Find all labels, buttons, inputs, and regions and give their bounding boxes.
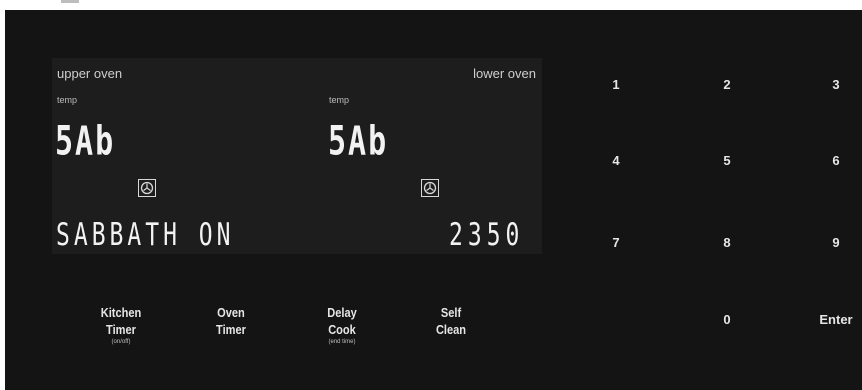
delay-cook-sub: (end time): [328, 339, 356, 345]
enter-button[interactable]: Enter: [806, 312, 862, 327]
clock-readout: 2350: [449, 218, 525, 254]
self-clean-line2: Clean: [435, 322, 467, 337]
key-7[interactable]: 7: [586, 235, 646, 250]
oven-control-panel: upper oven lower oven temp temp 5Ab 5Ab …: [5, 10, 862, 390]
oven-timer-line2: Timer: [216, 322, 246, 337]
self-clean-line1: Self: [440, 305, 462, 320]
key-9[interactable]: 9: [806, 235, 862, 250]
self-clean-button[interactable]: Self Clean: [406, 304, 496, 338]
sabbath-status: SABBATH ON: [56, 218, 235, 254]
upper-oven-fan-icon: [138, 179, 156, 197]
oven-timer-button[interactable]: Oven Timer: [186, 304, 276, 338]
top-edge-mark: [61, 0, 79, 3]
delay-cook-line1: Delay: [327, 305, 357, 320]
lower-oven-fan-icon: [421, 179, 439, 197]
lower-oven-label: lower oven: [473, 66, 536, 81]
key-0[interactable]: 0: [697, 312, 757, 327]
key-2[interactable]: 2: [697, 77, 757, 92]
oven-timer-line1: Oven: [217, 305, 245, 320]
kitchen-timer-button[interactable]: Kitchen Timer (on/off): [76, 304, 166, 346]
upper-oven-label: upper oven: [57, 66, 123, 81]
key-8[interactable]: 8: [697, 235, 757, 250]
lcd-display: upper oven lower oven temp temp 5Ab 5Ab …: [52, 58, 542, 254]
kitchen-timer-line2: Timer: [106, 322, 136, 337]
key-4[interactable]: 4: [586, 153, 646, 168]
key-3[interactable]: 3: [806, 77, 862, 92]
lower-oven-readout: 5Ab: [328, 118, 389, 166]
upper-oven-readout: 5Ab: [55, 118, 116, 166]
lower-temp-label: temp: [329, 95, 350, 105]
key-5[interactable]: 5: [697, 153, 757, 168]
key-1[interactable]: 1: [586, 77, 646, 92]
kitchen-timer-line1: Kitchen: [100, 305, 142, 320]
upper-temp-label: temp: [57, 95, 78, 105]
delay-cook-button[interactable]: Delay Cook (end time): [297, 304, 387, 346]
delay-cook-line2: Cook: [328, 322, 356, 337]
kitchen-timer-sub: (on/off): [111, 339, 131, 345]
key-6[interactable]: 6: [806, 153, 862, 168]
